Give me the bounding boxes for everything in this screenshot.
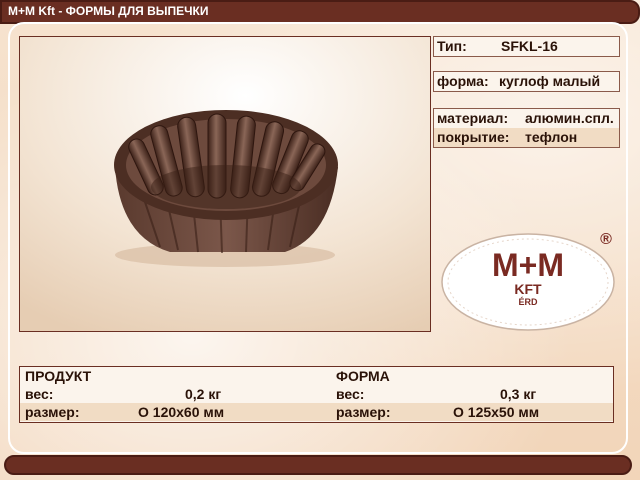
form-size-label: размер: <box>336 404 391 420</box>
specs-header-row: ПРОДУКТ ФОРМА <box>20 367 613 385</box>
product-size-value: О 120x60 мм <box>138 404 225 420</box>
title-bar: M+M Kft - ФОРМЫ ДЛЯ ВЫПЕЧКИ <box>0 0 640 24</box>
window-title: M+M Kft - ФОРМЫ ДЛЯ ВЫПЕЧКИ <box>8 4 209 18</box>
product-weight-value: 0,2 кг <box>185 386 222 402</box>
type-value: SFKL-16 <box>501 38 558 54</box>
bottom-bar <box>4 455 632 475</box>
material-row: материал: алюмин.спл. <box>434 109 619 128</box>
material-value: алюмин.спл. <box>525 110 614 126</box>
kugelhopf-mold-image <box>20 37 430 331</box>
form-weight-label: вес: <box>336 386 365 402</box>
product-weight-label: вес: <box>25 386 54 402</box>
shape-label: форма: <box>437 73 489 89</box>
material-box: материал: алюмин.спл. покрытие: тефлон <box>433 108 620 148</box>
coating-row: покрытие: тефлон <box>434 128 619 147</box>
registered-mark: ® <box>600 231 612 248</box>
product-photo <box>19 36 431 332</box>
company-logo: M+M KFT ÉRD ® <box>440 226 630 334</box>
form-header: ФОРМА <box>336 368 390 384</box>
logo-city: ÉRD <box>518 297 538 307</box>
type-row: Тип: SFKL-16 <box>434 37 619 56</box>
shape-row: форма: куглоф малый <box>434 72 619 91</box>
coating-value: тефлон <box>525 129 578 145</box>
shape-box: форма: куглоф малый <box>433 71 620 92</box>
product-header: ПРОДУКТ <box>25 368 92 384</box>
type-box: Тип: SFKL-16 <box>433 36 620 57</box>
specs-table: ПРОДУКТ ФОРМА вес: 0,2 кг вес: 0,3 кг ра… <box>19 366 614 423</box>
specs-weight-row: вес: 0,2 кг вес: 0,3 кг <box>20 385 613 403</box>
logo-brand: M+M <box>492 247 564 283</box>
material-label: материал: <box>437 110 509 126</box>
logo-company: KFT <box>514 281 542 297</box>
form-weight-value: 0,3 кг <box>500 386 537 402</box>
type-label: Тип: <box>437 38 467 54</box>
specs-size-row: размер: О 120x60 мм размер: О 125x50 мм <box>20 403 613 421</box>
form-size-value: О 125x50 мм <box>453 404 540 420</box>
shape-value: куглоф малый <box>499 73 601 89</box>
coating-label: покрытие: <box>437 129 510 145</box>
product-size-label: размер: <box>25 404 80 420</box>
